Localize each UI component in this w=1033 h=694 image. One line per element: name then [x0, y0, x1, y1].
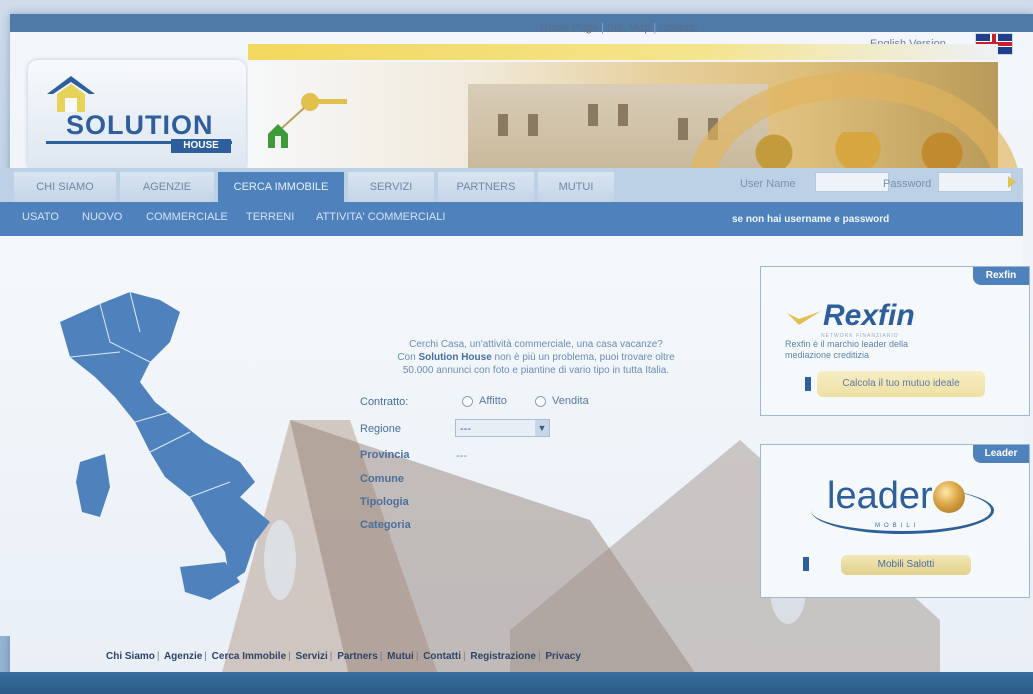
header-banner — [248, 62, 1020, 304]
intro-line-2: Con Solution House non è più un problema… — [397, 352, 675, 363]
bottom-strip — [0, 672, 1033, 694]
keys-icon — [268, 93, 347, 148]
logo-text: SOLUTION — [66, 110, 214, 140]
subnav-usato[interactable]: USATO — [22, 211, 59, 223]
footer-contatti[interactable]: Contatti — [423, 651, 461, 662]
tab-mutui[interactable]: MUTUI — [538, 172, 614, 202]
categoria-label: Categoria — [360, 519, 411, 531]
intro-text: Cerchi Casa, un'attività commerciale, un… — [360, 338, 712, 377]
leader-ad[interactable]: Leader leader MOBILI Mobili Salotti — [760, 444, 1030, 598]
footer-servizi[interactable]: Servizi — [296, 651, 328, 662]
radio-affitto[interactable]: Affitto — [462, 395, 507, 407]
footer-registrazione[interactable]: Registrazione — [470, 651, 536, 662]
tipologia-label: Tipologia — [360, 496, 409, 508]
site-map-link[interactable]: Site Map — [607, 22, 650, 34]
subnav-commerciale[interactable]: COMMERCIALE — [146, 211, 228, 223]
footer-privacy[interactable]: Privacy — [545, 651, 581, 662]
password-input[interactable] — [938, 172, 1012, 192]
footer-mutui[interactable]: Mutui — [387, 651, 414, 662]
header-gold-bar — [248, 44, 998, 60]
registration-link[interactable]: se non hai username e password — [732, 214, 889, 225]
italy-map-icon[interactable] — [40, 282, 280, 612]
comune-label: Comune — [360, 473, 404, 485]
leader-subtitle: MOBILI — [875, 523, 920, 529]
contatti-link[interactable]: Contatti — [659, 22, 697, 34]
regione-select[interactable]: --- ▼ — [455, 419, 550, 437]
tab-partners[interactable]: PARTNERS — [438, 172, 534, 202]
regione-label: Regione — [360, 423, 401, 435]
subnav-terreni[interactable]: TERRENI — [246, 211, 294, 223]
leader-tab: Leader — [973, 445, 1029, 463]
radio-circle-icon — [462, 395, 473, 407]
footer-agenzie[interactable]: Agenzie — [164, 651, 202, 662]
rexfin-ad[interactable]: Rexfin Rexfin NETWORK FINANZIARIO Rexfin… — [760, 266, 1030, 416]
subnav-nuovo[interactable]: NUOVO — [82, 211, 122, 223]
leader-logo: leader — [827, 475, 933, 517]
top-links: Home Page | Site Map | Contatti — [540, 22, 698, 34]
provincia-label: Provincia — [360, 449, 410, 461]
tab-agenzie[interactable]: AGENZIE — [120, 172, 214, 202]
radio-vendita[interactable]: Vendita — [535, 395, 589, 407]
intro-line-3: 50.000 annunci con foto e piantine di va… — [402, 365, 670, 376]
logo-subtext: HOUSE — [171, 139, 231, 153]
footer-cerca-immobile[interactable]: Cerca Immobile — [212, 651, 286, 662]
rexfin-tab: Rexfin — [973, 267, 1029, 285]
chevron-down-icon: ▼ — [535, 420, 549, 436]
rexfin-text: Rexfin è il marchio leader della mediazi… — [785, 339, 909, 360]
provincia-value: --- — [456, 450, 467, 462]
rexfin-logo: Rexfin — [785, 299, 915, 333]
calcola-mutuo-button[interactable]: Calcola il tuo mutuo ideale — [817, 371, 985, 397]
globe-icon — [933, 481, 965, 513]
tab-cerca-immobile[interactable]: CERCA IMMOBILE — [218, 172, 344, 202]
footer-chi-siamo[interactable]: Chi Siamo — [106, 651, 155, 662]
contratto-label: Contratto: — [360, 396, 409, 408]
password-label: Password — [883, 178, 932, 190]
leader-marker — [803, 557, 809, 571]
tab-chi-siamo[interactable]: CHI SIAMO — [14, 172, 116, 202]
mobili-salotti-button[interactable]: Mobili Salotti — [841, 555, 971, 575]
intro-line-1: Cerchi Casa, un'attività commerciale, un… — [409, 339, 663, 350]
username-label: User Name — [740, 178, 796, 190]
top-bar — [10, 14, 1033, 32]
site-logo[interactable]: SOLUTION HOUSE — [28, 60, 246, 172]
rexfin-check-icon — [787, 311, 821, 325]
tab-servizi[interactable]: SERVIZI — [348, 172, 434, 202]
home-page-link[interactable]: Home Page — [540, 22, 598, 34]
footer-links: Chi Siamo | Agenzie | Cerca Immobile | Serv… — [106, 651, 581, 662]
footer-partners[interactable]: Partners — [337, 651, 378, 662]
login-arrow-icon[interactable] — [1008, 176, 1016, 188]
rexfin-marker — [805, 377, 811, 391]
username-input[interactable] — [815, 172, 889, 192]
radio-circle-icon — [535, 395, 546, 407]
subnav-attivita-commerciali[interactable]: ATTIVITA' COMMERCIALI — [316, 211, 445, 223]
